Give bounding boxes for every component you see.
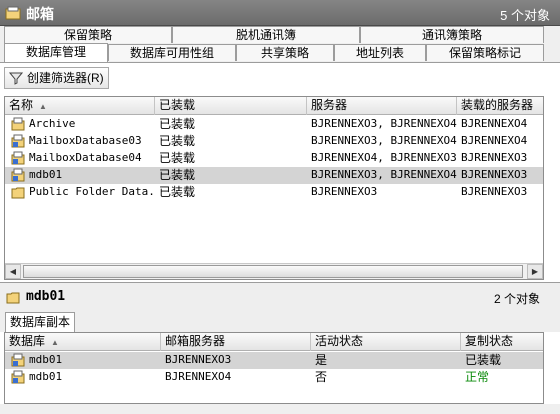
table-row-selected[interactable]: mdb01 已装载 BJRENNEXO3, BJRENNEXO4 BJRENNE… (5, 167, 543, 184)
public-folder-icon (11, 187, 25, 199)
sort-ascending-icon: ▲ (39, 102, 47, 111)
tab-database-management[interactable]: 数据库管理 (4, 43, 108, 62)
scrollbar-thumb[interactable] (23, 265, 523, 278)
detail-tab-strip: 数据库副本 (0, 310, 560, 332)
table-row[interactable]: mdb01 BJRENNEXO4 否 正常 (5, 369, 543, 386)
table-row[interactable]: MailboxDatabase03 已装载 BJRENNEXO3, BJRENN… (5, 133, 543, 150)
title-bar: 邮箱 5 个对象 (0, 0, 560, 26)
database-icon (11, 168, 25, 182)
column-mailbox-server[interactable]: 邮箱服务器 (161, 333, 311, 351)
window-frame (0, 404, 560, 414)
page-title: 邮箱 (26, 6, 54, 22)
sort-ascending-icon: ▲ (51, 338, 59, 347)
tab-dag[interactable]: 数据库可用性组 (108, 44, 236, 61)
column-servers[interactable]: 服务器 (307, 97, 457, 115)
database-list: 名称 ▲ 已装载 服务器 装载的服务器 Archive 已装载 BJRENNEXO… (4, 96, 544, 280)
tab-strip: 保留策略 脱机通讯簿 通讯簿策略 数据库管理 数据库可用性组 共享策略 地址列表… (0, 26, 560, 62)
toolbar: 创建筛选器(R) (0, 62, 560, 92)
table-row[interactable]: Archive 已装载 BJRENNEXO3, BJRENNEXO4 BJREN… (5, 116, 543, 133)
tab-database-copies[interactable]: 数据库副本 (5, 312, 76, 332)
column-mounted-server[interactable]: 装载的服务器 (457, 97, 543, 115)
tab-address-book-policy[interactable]: 通讯簿策略 (360, 26, 544, 43)
table-row[interactable]: MailboxDatabase04 已装载 BJRENNEXO4, BJRENN… (5, 150, 543, 167)
folder-icon (6, 292, 20, 304)
scroll-right-icon[interactable]: ▶ (527, 264, 543, 279)
tab-sharing-policy[interactable]: 共享策略 (236, 44, 334, 61)
mailbox-folder-icon (5, 6, 21, 20)
detail-object-count: 2 个对象 (493, 292, 540, 306)
filter-icon (9, 72, 23, 85)
object-count: 5 个对象 (500, 8, 550, 23)
column-header: 数据库 ▲ 邮箱服务器 活动状态 复制状态 (5, 333, 543, 351)
detail-title: mdb01 (26, 289, 66, 304)
column-database[interactable]: 数据库 ▲ (5, 333, 161, 351)
database-copy-list: 数据库 ▲ 邮箱服务器 活动状态 复制状态 mdb01 BJRENNEXO3 是 … (4, 332, 544, 404)
database-icon (11, 151, 25, 165)
status-badge: 正常 (465, 370, 490, 384)
horizontal-scrollbar[interactable]: ◀ ▶ (5, 263, 543, 279)
column-mounted[interactable]: 已装载 (155, 97, 307, 115)
column-header: 名称 ▲ 已装载 服务器 装载的服务器 (5, 97, 543, 115)
scroll-left-icon[interactable]: ◀ (5, 264, 21, 279)
create-filter-label: 创建筛选器(R) (27, 71, 104, 85)
tab-retention-tags[interactable]: 保留策略标记 (426, 44, 544, 61)
tab-offline-address-book[interactable]: 脱机通讯簿 (172, 26, 360, 43)
column-active-state[interactable]: 活动状态 (311, 333, 461, 351)
tab-retention-policy[interactable]: 保留策略 (4, 26, 172, 43)
database-icon (11, 353, 25, 367)
tab-address-lists[interactable]: 地址列表 (334, 44, 426, 61)
column-name[interactable]: 名称 ▲ (5, 97, 155, 115)
table-row[interactable]: Public Folder Data... 已装载 BJRENNEXO3 BJR… (5, 184, 543, 201)
database-icon (11, 134, 25, 148)
detail-header: mdb01 2 个对象 (0, 282, 560, 310)
database-icon (11, 117, 25, 131)
table-row-selected[interactable]: mdb01 BJRENNEXO3 是 已装载 (5, 352, 543, 369)
create-filter-button[interactable]: 创建筛选器(R) (4, 67, 109, 89)
column-copy-status[interactable]: 复制状态 (461, 333, 543, 351)
database-icon (11, 370, 25, 384)
